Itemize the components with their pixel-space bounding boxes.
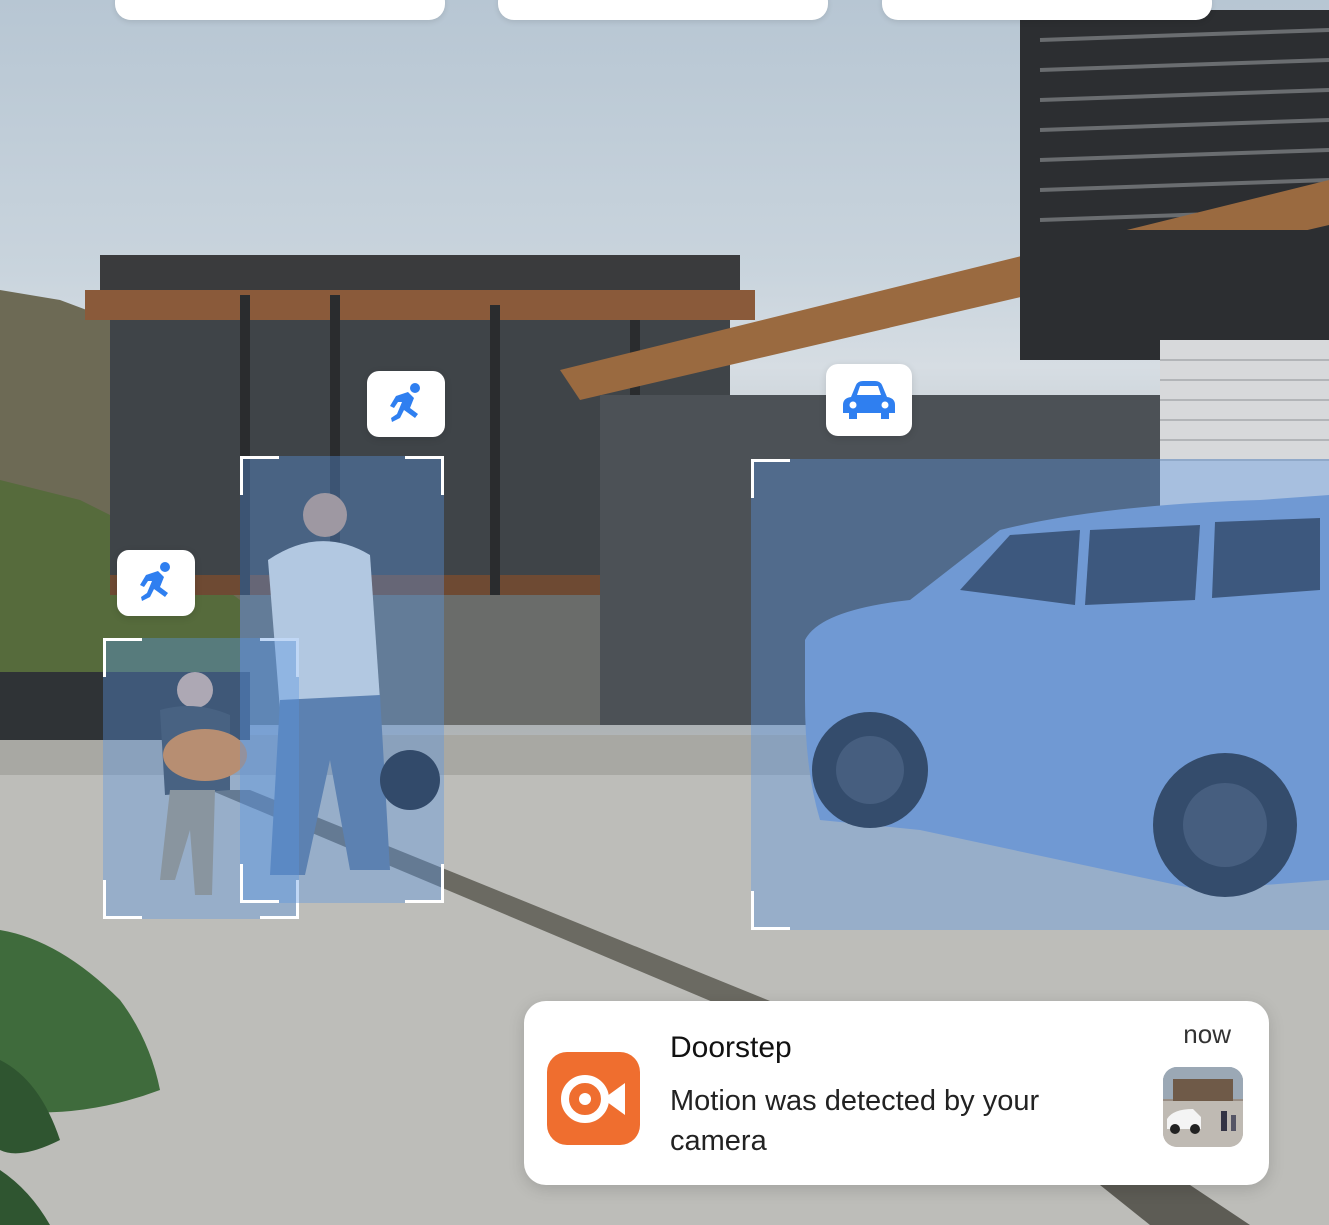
person-running-icon — [367, 371, 445, 437]
notification-title: Doorstep — [670, 1031, 792, 1064]
car-icon — [826, 364, 912, 436]
top-card-2 — [498, 0, 828, 20]
camera-app-icon — [547, 1052, 640, 1145]
notification-time: now — [1183, 1019, 1231, 1049]
person-running-icon — [117, 550, 195, 616]
top-card-3 — [882, 0, 1212, 20]
motion-notification[interactable]: Doorstep Motion was detected by your cam… — [524, 1001, 1269, 1185]
notification-thumbnail — [1163, 1067, 1243, 1147]
top-card-1 — [115, 0, 445, 20]
notification-message: Motion was detected by your camera — [670, 1085, 1040, 1157]
detection-box-car — [751, 459, 1329, 930]
camera-view: Doorstep Motion was detected by your cam… — [0, 0, 1329, 1225]
detection-box-adult — [240, 456, 444, 903]
